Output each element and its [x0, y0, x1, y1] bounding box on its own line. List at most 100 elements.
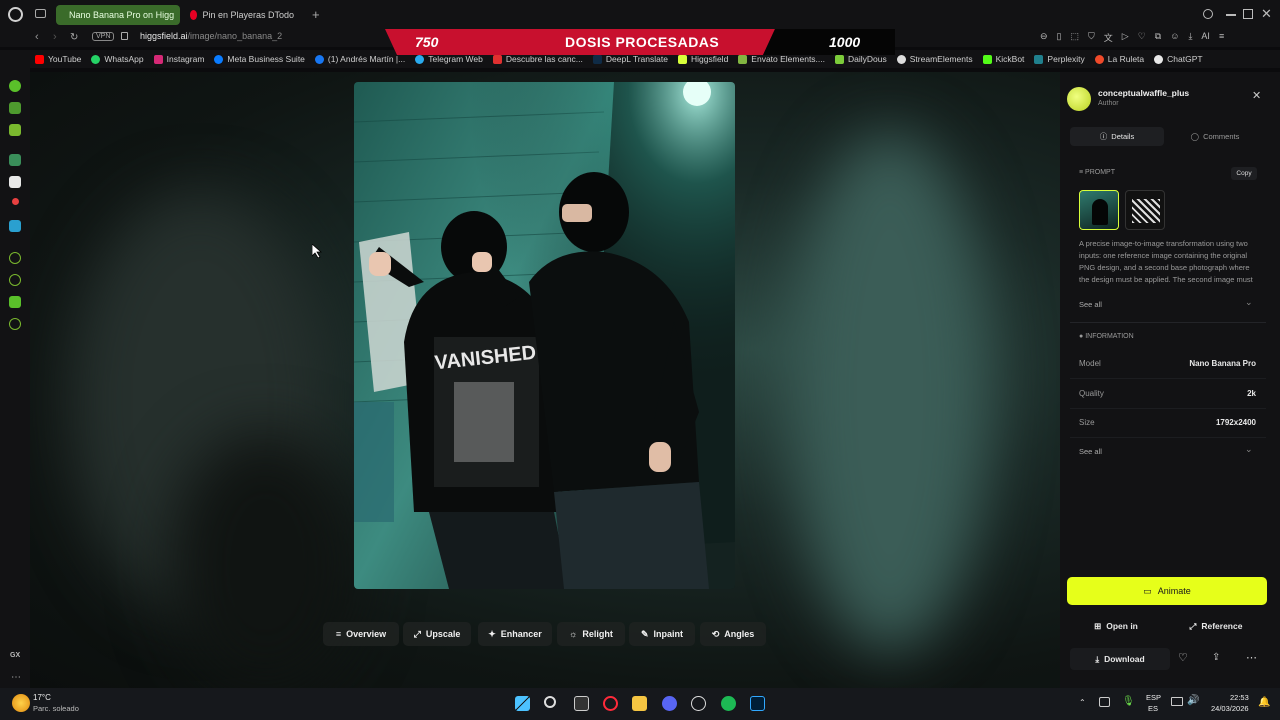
opera-gx-taskbar-icon[interactable]	[603, 696, 618, 711]
gx-label[interactable]: GX	[10, 652, 20, 659]
reload-icon[interactable]: ↻	[70, 32, 78, 43]
copy-prompt-button[interactable]: Copy	[1231, 167, 1257, 180]
microphone-icon[interactable]: 🎙	[1122, 696, 1135, 707]
tray-app-icon[interactable]	[1099, 697, 1110, 707]
bookmark-streamelements[interactable]: StreamElements	[896, 54, 973, 64]
tab-pinterest[interactable]: Pin en Playeras DTodo	[182, 5, 302, 25]
history-icon[interactable]	[9, 274, 21, 286]
bookmark-instagram[interactable]: Instagram	[153, 54, 204, 64]
tab-comments[interactable]: ◯ Comments	[1168, 127, 1262, 146]
messenger-icon[interactable]	[9, 220, 21, 232]
back-icon[interactable]: ‹	[35, 31, 39, 43]
bookmark-meta[interactable]: Meta Business Suite	[214, 54, 305, 64]
network-icon[interactable]	[1171, 697, 1183, 706]
settings-icon[interactable]	[9, 318, 21, 330]
player-icon[interactable]	[9, 252, 21, 264]
minimize-icon[interactable]	[1226, 14, 1236, 16]
reference-button[interactable]: ⤢ Reference	[1168, 618, 1264, 634]
discord-icon[interactable]	[662, 696, 677, 711]
menu-icon[interactable]: ≡	[1219, 31, 1224, 44]
extension-icon[interactable]: ⧉	[1155, 31, 1161, 44]
bookmark-facebook[interactable]: (1) Andrés Martín |...	[314, 54, 405, 64]
tab-details[interactable]: ⓘ Details	[1070, 127, 1164, 146]
see-all-info[interactable]: See all	[1079, 447, 1102, 456]
weather-temp[interactable]: 17°C	[33, 693, 51, 702]
zoom-icon[interactable]: ⊖	[1040, 31, 1048, 44]
maximize-icon[interactable]	[1243, 9, 1253, 19]
bookmark-perplexity[interactable]: Perplexity	[1034, 54, 1085, 64]
animate-button[interactable]: ▭ Animate	[1067, 577, 1267, 605]
forward-icon[interactable]: ›	[53, 31, 57, 43]
like-heart-icon[interactable]: ♡	[1178, 651, 1188, 664]
search-icon[interactable]	[1203, 9, 1213, 19]
chevron-down-icon[interactable]: ⌄	[1245, 297, 1253, 308]
heart-icon[interactable]: ♡	[1138, 31, 1146, 44]
translate-icon[interactable]: 文	[1104, 31, 1113, 44]
reddit-icon[interactable]	[12, 198, 19, 205]
author-name[interactable]: conceptualwaffle_plus	[1098, 88, 1189, 98]
download-icon[interactable]: ⤓	[1188, 31, 1192, 44]
language-code[interactable]: ESP	[1146, 693, 1161, 702]
bookmark-higgsfield[interactable]: Higgsfield	[677, 54, 728, 64]
extensions-sidebar-icon[interactable]	[9, 296, 21, 308]
more-options-icon[interactable]: ⋯	[1246, 651, 1257, 664]
weather-sun-icon[interactable]	[12, 694, 30, 712]
ai-icon[interactable]: AI	[1201, 31, 1210, 44]
bookmark-whatsapp[interactable]: WhatsApp	[91, 54, 144, 64]
x-twitter-icon[interactable]	[9, 176, 21, 188]
share-icon[interactable]: ⇪	[1212, 652, 1220, 663]
bookmark-envato[interactable]: Envato Elements....	[738, 54, 825, 64]
bookmark-youtube[interactable]: YouTube	[35, 54, 81, 64]
bookmark-chatgpt[interactable]: ChatGPT	[1154, 54, 1203, 64]
screenshot-icon[interactable]: ⬚	[1071, 31, 1080, 44]
generated-image[interactable]: VANISHED	[354, 82, 735, 589]
open-in-button[interactable]: ⊞ Open in	[1068, 618, 1164, 634]
angles-button[interactable]: ⟲ Angles	[700, 622, 766, 646]
obs-icon[interactable]	[691, 696, 706, 711]
chevron-down-icon[interactable]: ⌄	[1245, 444, 1253, 455]
tab-nano-banana[interactable]: Nano Banana Pro on Higg	[56, 5, 180, 25]
gx-corner-icon[interactable]	[9, 80, 21, 92]
bookmark-telegram[interactable]: Telegram Web	[415, 54, 483, 64]
relight-button[interactable]: ☼ Relight	[557, 622, 625, 646]
task-view-icon[interactable]	[574, 696, 589, 711]
clock-time[interactable]: 22:53	[1230, 693, 1249, 702]
close-window-icon[interactable]: ✕	[1261, 6, 1272, 22]
gx-control-icon[interactable]	[9, 102, 21, 114]
close-panel-icon[interactable]: ✕	[1252, 89, 1261, 102]
tray-chevron-icon[interactable]: ⌃	[1079, 698, 1086, 707]
url-text[interactable]: higgsfield.ai/image/nano_banana_2	[140, 31, 282, 41]
new-tab-plus-icon[interactable]: +	[312, 7, 320, 22]
inpaint-button[interactable]: ✎ Inpaint	[629, 622, 695, 646]
upscale-button[interactable]: ⤢ Upscale	[403, 622, 471, 646]
taskbar-search-icon[interactable]	[544, 696, 556, 708]
profile-icon[interactable]: ☺	[1170, 31, 1179, 44]
opera-gx-logo-icon[interactable]	[8, 7, 23, 22]
avatar[interactable]	[1067, 87, 1091, 111]
photoshop-icon[interactable]	[750, 696, 765, 711]
design-image-thumbnail[interactable]	[1125, 190, 1165, 230]
bookmark-kickbot[interactable]: KickBot	[982, 54, 1024, 64]
bookmark-deepl[interactable]: DeepL Translate	[592, 54, 668, 64]
windows-start-icon[interactable]	[515, 696, 530, 711]
enhancer-button[interactable]: ✦ Enhancer	[478, 622, 552, 646]
bookmark-descubre[interactable]: Descubre las canc...	[492, 54, 583, 64]
workspaces-icon[interactable]	[35, 9, 46, 18]
reference-image-thumbnail[interactable]	[1079, 190, 1119, 230]
bookmark-dailydous[interactable]: DailyDous	[835, 54, 887, 64]
gx-cleaner-icon[interactable]	[9, 124, 21, 136]
twitch-icon[interactable]	[9, 154, 21, 166]
bookmark-icon[interactable]: ▯	[1057, 31, 1062, 44]
download-button[interactable]: ⤓ Download	[1070, 648, 1170, 670]
play-icon[interactable]: ▷	[1122, 31, 1129, 44]
spotify-icon[interactable]	[721, 696, 736, 711]
overview-button[interactable]: ≡ Overview	[323, 622, 399, 646]
more-icon[interactable]: ⋯	[11, 672, 21, 683]
notification-bell-icon[interactable]: 🔔	[1258, 697, 1270, 708]
volume-icon[interactable]: 🔊	[1187, 695, 1199, 706]
see-all-prompt[interactable]: See all	[1079, 300, 1102, 309]
bookmark-la-ruleta[interactable]: La Ruleta	[1094, 54, 1144, 64]
file-explorer-icon[interactable]	[632, 696, 647, 711]
vpn-badge[interactable]: VPN	[92, 32, 115, 41]
shield-icon[interactable]: ⛉	[1088, 31, 1095, 44]
